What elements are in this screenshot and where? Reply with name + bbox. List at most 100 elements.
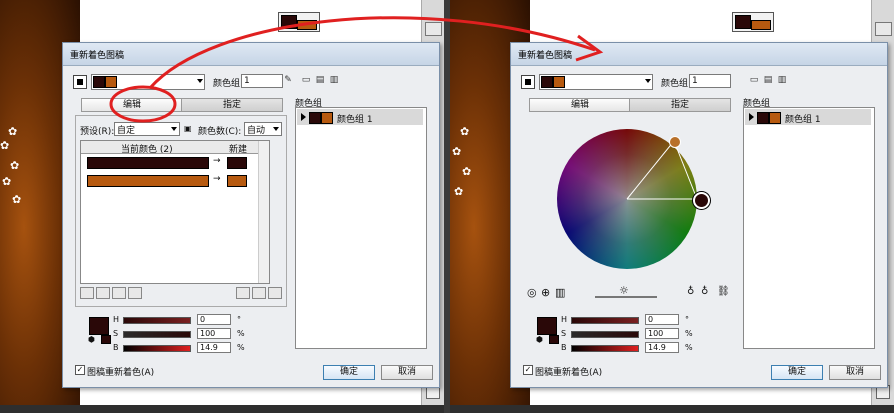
flower-decoration: ✿	[12, 193, 22, 206]
expand-triangle-icon[interactable]	[749, 113, 754, 121]
s-slider[interactable]	[571, 331, 639, 338]
delete-icon[interactable]: ▥	[777, 75, 787, 86]
randomize-saturation-icon[interactable]	[252, 287, 266, 299]
s-slider[interactable]	[123, 331, 191, 338]
h-value-input[interactable]: 0	[645, 314, 679, 325]
table-row[interactable]: →	[81, 173, 269, 187]
preset-label: 预设(R):	[80, 127, 115, 137]
base-color-handle[interactable]	[693, 192, 710, 209]
tab-assign[interactable]: 指定	[181, 98, 283, 112]
save-icon[interactable]: ▭	[301, 75, 311, 86]
color-bars-icon[interactable]: ▥	[555, 286, 565, 299]
h-slider[interactable]	[123, 317, 191, 324]
tab-edit[interactable]: 编辑	[81, 98, 183, 112]
link-harmony-icon[interactable]: ⛓	[717, 286, 730, 297]
new-color-swatch[interactable]	[227, 157, 247, 169]
s-value-input[interactable]: 100	[197, 328, 231, 339]
h-unit: °	[237, 315, 241, 324]
color-handle[interactable]	[669, 136, 681, 148]
eyedropper-icon[interactable]: ✎	[283, 75, 293, 86]
colors-count-label: 颜色数(C):	[198, 127, 242, 137]
table-scrollbar[interactable]	[258, 141, 269, 283]
remove-color-icon[interactable]: ♁	[701, 286, 708, 297]
b-label: B	[561, 343, 567, 352]
group-name: 颜色组 1	[337, 115, 373, 125]
cube-icon[interactable]: ⬢	[536, 335, 543, 344]
smooth-wheel-icon[interactable]: ◎	[527, 286, 537, 299]
new-row-icon[interactable]	[128, 287, 142, 299]
s-value-input[interactable]: 100	[645, 328, 679, 339]
save-icon[interactable]: ▭	[749, 75, 759, 86]
b-label: B	[113, 343, 119, 352]
tab-edit[interactable]: 编辑	[529, 98, 631, 112]
new-group-icon[interactable]: ▤	[315, 75, 325, 86]
color-group-combo[interactable]	[91, 74, 205, 90]
chevron-down-icon[interactable]	[197, 79, 203, 83]
combo-swatch-dark	[541, 76, 553, 88]
cancel-button[interactable]: 取消	[829, 365, 881, 380]
color-group-combo[interactable]	[539, 74, 653, 90]
b-value-input[interactable]: 14.9	[197, 342, 231, 353]
status-bar	[0, 405, 444, 413]
recolor-label: 图稿重新着色(A)	[535, 368, 603, 378]
new-color-swatch[interactable]	[227, 175, 247, 187]
new-group-icon[interactable]: ▤	[763, 75, 773, 86]
hsb-sliders: ⬢ H 0 ° S 100 % B 14.9 %	[77, 311, 287, 355]
preset-select[interactable]: 自定	[114, 122, 180, 136]
h-value-input[interactable]: 0	[197, 314, 231, 325]
merge-colors-icon[interactable]	[80, 287, 94, 299]
randomize-order-icon[interactable]	[236, 287, 250, 299]
cube-icon[interactable]: ⬢	[88, 335, 95, 344]
ok-button[interactable]: 确定	[771, 365, 823, 380]
active-color-swatch[interactable]	[89, 317, 109, 335]
search-icon[interactable]	[268, 287, 282, 299]
options-icon[interactable]: ▣	[184, 124, 192, 133]
recolor-checkbox[interactable]: ✓	[523, 365, 533, 375]
top-swatch-preview	[732, 12, 774, 32]
colors-count-select[interactable]: 自动	[244, 122, 282, 136]
current-color-bar[interactable]	[87, 157, 209, 169]
delete-icon[interactable]: ▥	[329, 75, 339, 86]
table-tools	[80, 287, 282, 299]
small-color-swatch[interactable]	[101, 335, 111, 344]
table-row[interactable]: →	[81, 155, 269, 169]
base-color-swatch[interactable]	[73, 75, 87, 89]
group-swatch-dark	[757, 112, 769, 124]
chevron-down-icon[interactable]	[645, 79, 651, 83]
exclude-colors-icon[interactable]	[112, 287, 126, 299]
dialog-toolbar: 颜色组 1 ▭ ▤ ▥	[521, 74, 801, 90]
add-color-icon[interactable]: ♁	[687, 286, 694, 297]
b-slider[interactable]	[571, 345, 639, 352]
recolor-checkbox[interactable]: ✓	[75, 365, 85, 375]
base-color-swatch[interactable]	[521, 75, 535, 89]
ok-button[interactable]: 确定	[323, 365, 375, 380]
small-color-swatch[interactable]	[549, 335, 559, 344]
assign-area: 预设(R): 自定 ▣ 颜色数(C): 自动 当前颜色 (2) 新建 → →	[75, 115, 287, 307]
list-item[interactable]: 颜色组 1	[745, 109, 871, 125]
dock-menu-button[interactable]	[425, 22, 442, 36]
h-unit: °	[685, 315, 689, 324]
separate-colors-icon[interactable]	[96, 287, 110, 299]
dock-menu-button[interactable]	[875, 22, 892, 36]
list-item[interactable]: 颜色组 1	[297, 109, 423, 125]
color-group-name-input[interactable]: 1	[241, 74, 283, 88]
h-slider-row: H 0 °	[113, 314, 283, 325]
b-slider[interactable]	[123, 345, 191, 352]
mode-tabs: 编辑 指定	[523, 98, 733, 112]
flower-decoration: ✿	[0, 139, 10, 152]
color-group-name-input[interactable]: 1	[689, 74, 731, 88]
tab-assign[interactable]: 指定	[629, 98, 731, 112]
b-unit: %	[685, 343, 693, 352]
mode-tabs: 编辑 指定	[75, 98, 285, 112]
active-color-swatch[interactable]	[537, 317, 557, 335]
segmented-wheel-icon[interactable]: ⊕	[541, 286, 550, 299]
expand-triangle-icon[interactable]	[301, 113, 306, 121]
brightness-slider[interactable]	[595, 296, 657, 298]
harmony-lines	[626, 140, 697, 200]
current-colors-header: 当前颜色 (2)	[121, 145, 173, 155]
h-slider[interactable]	[571, 317, 639, 324]
current-color-bar[interactable]	[87, 175, 209, 187]
b-value-input[interactable]: 14.9	[645, 342, 679, 353]
cancel-button[interactable]: 取消	[381, 365, 433, 380]
swatch-dark	[735, 15, 751, 29]
